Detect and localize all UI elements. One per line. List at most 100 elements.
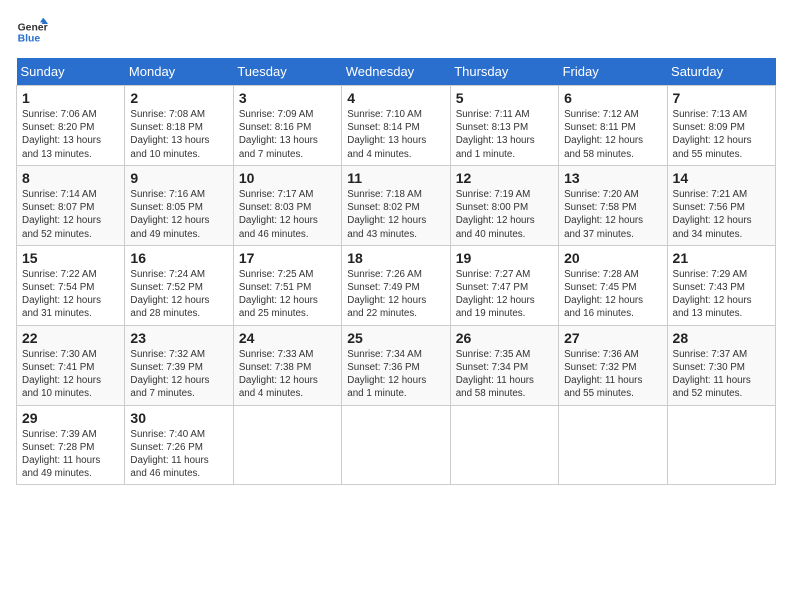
- calendar-cell: [667, 405, 775, 485]
- cell-detail: Sunrise: 7:35 AM Sunset: 7:34 PM Dayligh…: [456, 349, 534, 400]
- day-number: 6: [564, 90, 661, 106]
- day-number: 12: [456, 170, 553, 186]
- cell-detail: Sunrise: 7:19 AM Sunset: 8:00 PM Dayligh…: [456, 189, 535, 240]
- col-header-friday: Friday: [559, 58, 667, 86]
- cell-detail: Sunrise: 7:17 AM Sunset: 8:03 PM Dayligh…: [239, 189, 318, 240]
- cell-detail: Sunrise: 7:28 AM Sunset: 7:45 PM Dayligh…: [564, 269, 643, 320]
- day-number: 11: [347, 170, 444, 186]
- day-number: 15: [22, 250, 119, 266]
- day-number: 14: [673, 170, 770, 186]
- cell-detail: Sunrise: 7:18 AM Sunset: 8:02 PM Dayligh…: [347, 189, 426, 240]
- calendar-cell: [450, 405, 558, 485]
- calendar-cell: 9Sunrise: 7:16 AM Sunset: 8:05 PM Daylig…: [125, 165, 233, 245]
- calendar-cell: 5Sunrise: 7:11 AM Sunset: 8:13 PM Daylig…: [450, 86, 558, 166]
- day-number: 17: [239, 250, 336, 266]
- calendar-cell: 11 Sunrise: 7:18 AM Sunset: 8:02 PM Dayli…: [342, 165, 450, 245]
- logo: General Blue: [16, 16, 24, 48]
- cell-detail: Sunrise: 7:39 AM Sunset: 7:28 PM Dayligh…: [22, 429, 100, 480]
- calendar-cell: 1Sunrise: 7:06 AM Sunset: 8:20 PM Daylig…: [17, 86, 125, 166]
- day-number: 4: [347, 90, 444, 106]
- cell-detail: Sunrise: 7:22 AM Sunset: 7:54 PM Dayligh…: [22, 269, 101, 320]
- day-number: 10: [239, 170, 336, 186]
- calendar-cell: 12 Sunrise: 7:19 AM Sunset: 8:00 PM Dayli…: [450, 165, 558, 245]
- day-number: 2: [130, 90, 227, 106]
- col-header-thursday: Thursday: [450, 58, 558, 86]
- cell-detail: Sunrise: 7:33 AM Sunset: 7:38 PM Dayligh…: [239, 349, 318, 400]
- day-number: 22: [22, 330, 119, 346]
- cell-detail: Sunrise: 7:06 AM Sunset: 8:20 PM Dayligh…: [22, 109, 101, 160]
- col-header-wednesday: Wednesday: [342, 58, 450, 86]
- cell-detail: Sunrise: 7:29 AM Sunset: 7:43 PM Dayligh…: [673, 269, 752, 320]
- day-number: 13: [564, 170, 661, 186]
- calendar-cell: 16 Sunrise: 7:24 AM Sunset: 7:52 PM Dayli…: [125, 245, 233, 325]
- calendar-cell: 21Sunrise: 7:29 AM Sunset: 7:43 PM Dayli…: [667, 245, 775, 325]
- cell-detail: Sunrise: 7:09 AM Sunset: 8:16 PM Dayligh…: [239, 109, 318, 160]
- day-number: 29: [22, 410, 119, 426]
- col-header-sunday: Sunday: [17, 58, 125, 86]
- day-number: 27: [564, 330, 661, 346]
- calendar-cell: 18Sunrise: 7:26 AM Sunset: 7:49 PM Dayli…: [342, 245, 450, 325]
- week-row-5: 29 Sunrise: 7:39 AM Sunset: 7:28 PM Dayli…: [17, 405, 776, 485]
- calendar-cell: 23 Sunrise: 7:32 AM Sunset: 7:39 PM Dayli…: [125, 325, 233, 405]
- svg-text:Blue: Blue: [18, 34, 41, 45]
- cell-detail: Sunrise: 7:16 AM Sunset: 8:05 PM Dayligh…: [130, 189, 209, 240]
- calendar-cell: 28Sunrise: 7:37 AM Sunset: 7:30 PM Dayli…: [667, 325, 775, 405]
- cell-detail: Sunrise: 7:20 AM Sunset: 7:58 PM Dayligh…: [564, 189, 643, 240]
- calendar-cell: 24 Sunrise: 7:33 AM Sunset: 7:38 PM Dayli…: [233, 325, 341, 405]
- logo-icon: General Blue: [16, 16, 48, 48]
- cell-detail: Sunrise: 7:32 AM Sunset: 7:39 PM Dayligh…: [130, 349, 209, 400]
- calendar-cell: 22 Sunrise: 7:30 AM Sunset: 7:41 PM Dayli…: [17, 325, 125, 405]
- day-number: 28: [673, 330, 770, 346]
- page: General Blue SundayMondayTuesdayWednesda…: [0, 0, 792, 612]
- calendar-cell: 19 Sunrise: 7:27 AM Sunset: 7:47 PM Dayli…: [450, 245, 558, 325]
- cell-detail: Sunrise: 7:34 AM Sunset: 7:36 PM Dayligh…: [347, 349, 426, 400]
- day-number: 16: [130, 250, 227, 266]
- header: General Blue: [16, 16, 776, 48]
- cell-detail: Sunrise: 7:10 AM Sunset: 8:14 PM Dayligh…: [347, 109, 426, 160]
- cell-detail: Sunrise: 7:08 AM Sunset: 8:18 PM Dayligh…: [130, 109, 209, 160]
- cell-detail: Sunrise: 7:21 AM Sunset: 7:56 PM Dayligh…: [673, 189, 752, 240]
- day-number: 26: [456, 330, 553, 346]
- calendar-cell: 13 Sunrise: 7:20 AM Sunset: 7:58 PM Dayli…: [559, 165, 667, 245]
- calendar-table: SundayMondayTuesdayWednesdayThursdayFrid…: [16, 58, 776, 485]
- day-number: 24: [239, 330, 336, 346]
- week-row-2: 8 Sunrise: 7:14 AM Sunset: 8:07 PM Daylig…: [17, 165, 776, 245]
- calendar-cell: 26 Sunrise: 7:35 AM Sunset: 7:34 PM Dayli…: [450, 325, 558, 405]
- calendar-cell: 14 Sunrise: 7:21 AM Sunset: 7:56 PM Dayli…: [667, 165, 775, 245]
- calendar-cell: 25Sunrise: 7:34 AM Sunset: 7:36 PM Dayli…: [342, 325, 450, 405]
- week-row-3: 15 Sunrise: 7:22 AM Sunset: 7:54 PM Dayli…: [17, 245, 776, 325]
- calendar-cell: [342, 405, 450, 485]
- day-number: 7: [673, 90, 770, 106]
- cell-detail: Sunrise: 7:30 AM Sunset: 7:41 PM Dayligh…: [22, 349, 101, 400]
- cell-detail: Sunrise: 7:14 AM Sunset: 8:07 PM Dayligh…: [22, 189, 101, 240]
- calendar-cell: [233, 405, 341, 485]
- calendar-cell: 15 Sunrise: 7:22 AM Sunset: 7:54 PM Dayli…: [17, 245, 125, 325]
- day-number: 23: [130, 330, 227, 346]
- calendar-cell: 8 Sunrise: 7:14 AM Sunset: 8:07 PM Daylig…: [17, 165, 125, 245]
- calendar-cell: 3 Sunrise: 7:09 AM Sunset: 8:16 PM Daylig…: [233, 86, 341, 166]
- col-header-monday: Monday: [125, 58, 233, 86]
- day-number: 3: [239, 90, 336, 106]
- day-number: 5: [456, 90, 553, 106]
- cell-detail: Sunrise: 7:12 AM Sunset: 8:11 PM Dayligh…: [564, 109, 643, 160]
- cell-detail: Sunrise: 7:36 AM Sunset: 7:32 PM Dayligh…: [564, 349, 642, 400]
- day-number: 8: [22, 170, 119, 186]
- calendar-cell: 6 Sunrise: 7:12 AM Sunset: 8:11 PM Daylig…: [559, 86, 667, 166]
- day-number: 20: [564, 250, 661, 266]
- day-number: 19: [456, 250, 553, 266]
- cell-detail: Sunrise: 7:25 AM Sunset: 7:51 PM Dayligh…: [239, 269, 318, 320]
- cell-detail: Sunrise: 7:24 AM Sunset: 7:52 PM Dayligh…: [130, 269, 209, 320]
- col-header-saturday: Saturday: [667, 58, 775, 86]
- cell-detail: Sunrise: 7:40 AM Sunset: 7:26 PM Dayligh…: [130, 429, 208, 480]
- calendar-cell: 4 Sunrise: 7:10 AM Sunset: 8:14 PM Daylig…: [342, 86, 450, 166]
- cell-detail: Sunrise: 7:27 AM Sunset: 7:47 PM Dayligh…: [456, 269, 535, 320]
- cell-detail: Sunrise: 7:26 AM Sunset: 7:49 PM Dayligh…: [347, 269, 426, 320]
- calendar-cell: [559, 405, 667, 485]
- calendar-cell: 2 Sunrise: 7:08 AM Sunset: 8:18 PM Daylig…: [125, 86, 233, 166]
- calendar-cell: 29 Sunrise: 7:39 AM Sunset: 7:28 PM Dayli…: [17, 405, 125, 485]
- svg-text:General: General: [18, 22, 48, 33]
- calendar-cell: 20 Sunrise: 7:28 AM Sunset: 7:45 PM Dayli…: [559, 245, 667, 325]
- calendar-cell: 7Sunrise: 7:13 AM Sunset: 8:09 PM Daylig…: [667, 86, 775, 166]
- calendar-cell: 17 Sunrise: 7:25 AM Sunset: 7:51 PM Dayli…: [233, 245, 341, 325]
- calendar-cell: 30Sunrise: 7:40 AM Sunset: 7:26 PM Dayli…: [125, 405, 233, 485]
